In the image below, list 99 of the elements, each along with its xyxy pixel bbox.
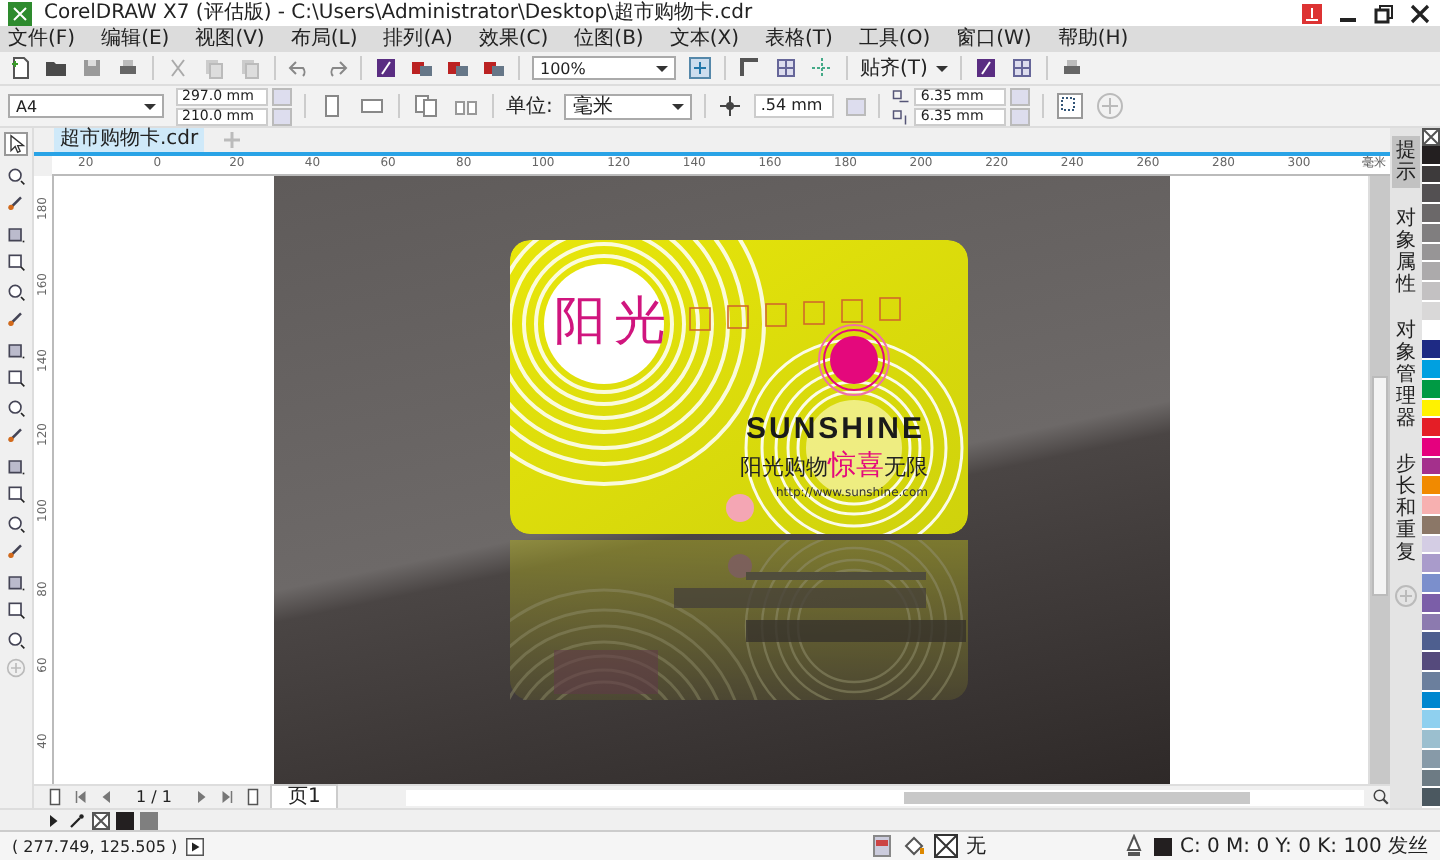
last-page-icon[interactable] xyxy=(217,788,236,806)
close-icon[interactable] xyxy=(1408,1,1432,25)
welcome-screen-icon[interactable] xyxy=(973,56,998,80)
color-swatch[interactable] xyxy=(1422,282,1440,302)
duplicate-x-icon xyxy=(892,87,911,105)
print-icon[interactable] xyxy=(116,56,140,80)
outline-color-swatch xyxy=(1153,837,1172,855)
scroll-thumb[interactable] xyxy=(1372,376,1388,596)
color-swatch[interactable] xyxy=(1422,360,1440,380)
color-swatch[interactable] xyxy=(1422,632,1440,653)
color-swatch[interactable] xyxy=(1422,476,1440,497)
color-swatch[interactable] xyxy=(1422,652,1440,672)
menu-item[interactable]: 排列(A) xyxy=(383,27,453,51)
menu-item[interactable]: 窗口(W) xyxy=(956,27,1032,51)
restore-icon[interactable] xyxy=(1372,1,1396,25)
scroll-thumb[interactable] xyxy=(904,791,1250,803)
insert-page-icon[interactable] xyxy=(243,788,262,806)
units-dropdown[interactable]: 毫米 xyxy=(564,93,693,119)
color-swatch[interactable] xyxy=(1422,457,1440,477)
eyedropper-icon[interactable] xyxy=(68,811,86,829)
color-swatch[interactable] xyxy=(1422,691,1440,711)
options-icon[interactable] xyxy=(1009,56,1034,80)
color-swatch[interactable] xyxy=(1422,399,1440,419)
color-swatch[interactable] xyxy=(1422,730,1440,750)
color-swatch[interactable] xyxy=(116,811,134,829)
color-swatch[interactable] xyxy=(1422,788,1440,808)
color-swatch[interactable] xyxy=(1422,262,1440,283)
color-swatch[interactable] xyxy=(1422,418,1440,439)
color-swatch[interactable] xyxy=(1422,515,1440,536)
menu-item[interactable]: 效果(C) xyxy=(478,27,549,51)
color-swatch[interactable] xyxy=(1422,204,1440,224)
color-swatch[interactable] xyxy=(1422,243,1440,263)
no-color-swatch[interactable] xyxy=(1422,128,1440,146)
pick-tool-icon[interactable] xyxy=(4,132,28,156)
all-pages-icon[interactable] xyxy=(412,92,440,120)
color-eyedropper-icon[interactable] xyxy=(6,542,26,562)
document-icon xyxy=(869,834,894,858)
color-swatch[interactable] xyxy=(1422,574,1440,594)
menu-item[interactable]: 布局(L) xyxy=(290,27,358,51)
color-swatch[interactable] xyxy=(1422,554,1440,575)
color-swatch[interactable] xyxy=(1422,223,1440,244)
menu-item[interactable]: 文本(X) xyxy=(669,27,739,51)
menu-item[interactable]: 帮助(H) xyxy=(1057,27,1129,51)
color-swatch[interactable] xyxy=(1422,321,1440,341)
zoom-dropdown[interactable]: 100% xyxy=(532,56,676,80)
snap-to-menu[interactable]: 贴齐(T) xyxy=(860,54,948,82)
zoom-icon[interactable] xyxy=(1372,788,1390,806)
insert-page-icon[interactable] xyxy=(46,788,64,806)
new-document-icon[interactable] xyxy=(8,56,32,80)
page-size-dropdown[interactable]: A4 xyxy=(8,94,164,118)
color-swatch[interactable] xyxy=(1422,535,1440,555)
color-swatch[interactable] xyxy=(1422,671,1440,692)
color-swatch[interactable] xyxy=(1422,769,1440,789)
notification-icon[interactable] xyxy=(1300,1,1324,25)
color-swatch[interactable] xyxy=(1422,438,1440,458)
color-swatch[interactable] xyxy=(1422,340,1440,361)
import-icon[interactable] xyxy=(410,56,434,80)
grid-icon[interactable] xyxy=(774,56,798,80)
first-page-icon[interactable] xyxy=(72,788,90,806)
color-swatch[interactable] xyxy=(140,811,158,829)
color-swatch[interactable] xyxy=(1422,496,1440,516)
menu-item[interactable]: 文件(F) xyxy=(8,27,76,51)
docker-tab[interactable]: 提示 xyxy=(1392,136,1420,188)
full-screen-icon[interactable] xyxy=(688,56,712,80)
menu-item[interactable]: 表格(T) xyxy=(765,27,833,51)
rulers-icon[interactable] xyxy=(738,56,762,80)
menu-item[interactable]: 工具(O) xyxy=(858,27,931,51)
card-title: 阳光 xyxy=(554,292,674,352)
fill-status: 无 xyxy=(965,834,986,860)
color-swatch[interactable] xyxy=(1422,710,1440,731)
page-counter: 1 / 1 xyxy=(134,788,174,806)
duplicate-y-icon xyxy=(892,107,911,125)
color-swatch[interactable] xyxy=(1422,749,1440,769)
color-swatch[interactable] xyxy=(1422,301,1440,322)
menu-item[interactable]: 编辑(E) xyxy=(101,27,170,51)
guides-icon[interactable] xyxy=(810,56,834,80)
color-swatch[interactable] xyxy=(1422,379,1440,400)
cursor-coordinates: ( 277.749, 125.505 ) xyxy=(12,837,178,855)
publish-icon[interactable] xyxy=(482,56,506,80)
color-swatch[interactable] xyxy=(1422,593,1440,614)
color-swatch[interactable] xyxy=(1422,165,1440,185)
color-swatch[interactable] xyxy=(1422,184,1440,205)
nudge-icon xyxy=(718,94,743,118)
open-folder-icon[interactable] xyxy=(44,56,68,80)
units-label: 单位: xyxy=(506,93,553,120)
menu-item[interactable]: 视图(V) xyxy=(195,27,265,51)
page-tab[interactable]: 页1 xyxy=(269,784,339,810)
no-color-swatch[interactable] xyxy=(92,811,110,829)
treat-as-filled-icon[interactable] xyxy=(1056,92,1085,120)
play-icon[interactable] xyxy=(185,837,204,855)
color-swatch[interactable] xyxy=(1422,146,1440,166)
app-launcher-icon[interactable] xyxy=(374,56,398,80)
color-swatch[interactable] xyxy=(1422,613,1440,633)
document-tab[interactable]: 超市购物卡.cdr xyxy=(54,128,205,152)
menu-item[interactable]: 位图(B) xyxy=(574,27,644,51)
outline-status: C: 0 M: 0 Y: 0 K: 100 发丝 xyxy=(1179,833,1428,860)
export-icon[interactable] xyxy=(446,56,470,80)
window-title: CorelDRAW X7 (评估版) - C:\Users\Administrator\Desktop\超市购物卡.cdr xyxy=(44,1,753,25)
nudge-distance-field[interactable]: .54 mm xyxy=(754,94,835,118)
